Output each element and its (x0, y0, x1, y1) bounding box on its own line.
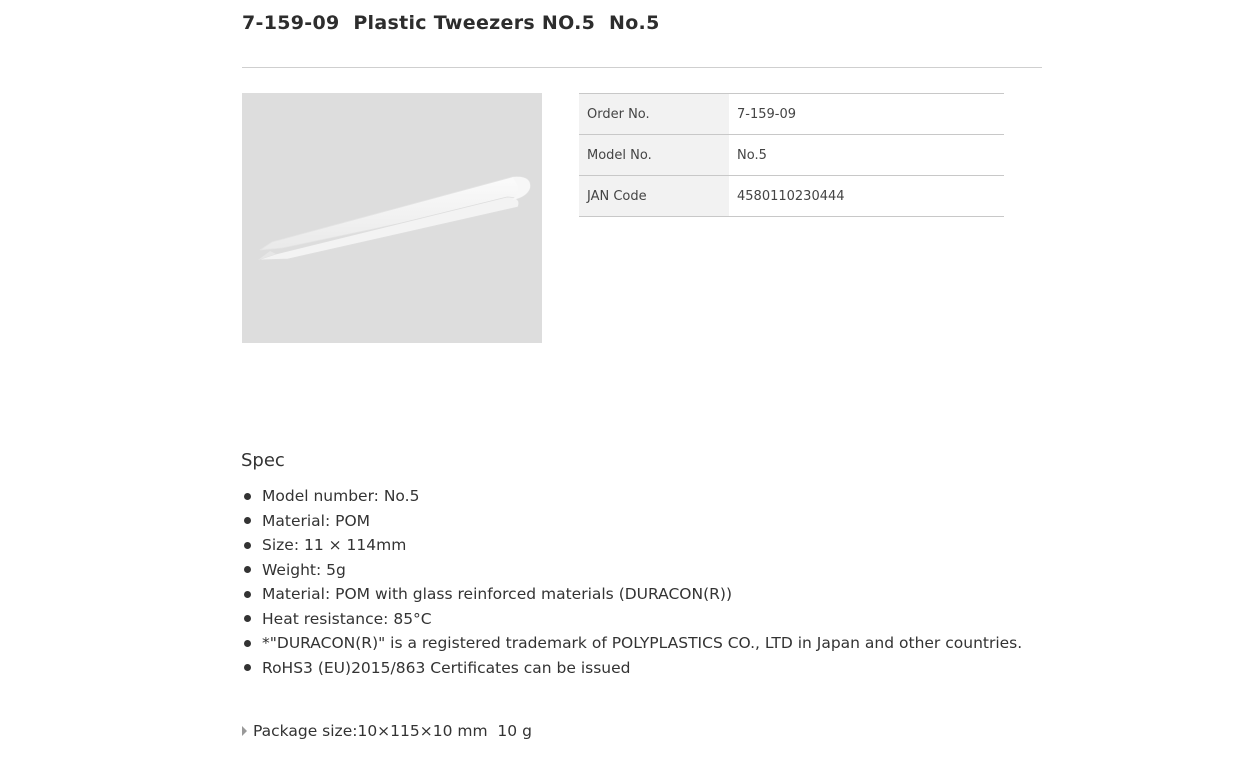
table-row: Order No. 7-159-09 (579, 93, 1004, 135)
bullet-icon (244, 615, 251, 623)
bullet-icon (244, 639, 251, 647)
spec-list: Model number: No.5 Material: POM Size: 1… (244, 484, 1022, 680)
page-title: 7-159-09 Plastic Tweezers NO.5 No.5 (242, 12, 660, 34)
bullet-icon (244, 566, 251, 574)
spec-item-text: RoHS3 (EU)2015/863 Certificates can be i… (262, 658, 631, 677)
model-no-label: Model No. (579, 134, 729, 176)
package-size: Package size:10×115×10 mm 10 g (242, 720, 532, 742)
list-item: RoHS3 (EU)2015/863 Certificates can be i… (244, 656, 1022, 681)
spec-item-text: Model number: No.5 (262, 487, 420, 506)
bullet-icon (244, 517, 251, 525)
bullet-icon (244, 492, 251, 500)
spec-heading: Spec (241, 450, 285, 471)
list-item: Size: 11 × 114mm (244, 533, 1022, 558)
list-item: *"DURACON(R)" is a registered trademark … (244, 631, 1022, 656)
title-divider (242, 67, 1042, 68)
product-image (242, 93, 542, 343)
bullet-icon (244, 664, 251, 672)
tweezers-icon (257, 176, 531, 261)
order-no-value: 7-159-09 (729, 93, 1004, 135)
jan-code-label: JAN Code (579, 175, 729, 217)
list-item: Material: POM with glass reinforced mate… (244, 582, 1022, 607)
bullet-icon (244, 590, 251, 598)
model-no-value: No.5 (729, 134, 1004, 176)
bullet-icon (244, 541, 251, 549)
spec-item-text: Heat resistance: 85°C (262, 609, 432, 628)
spec-item-text: Weight: 5g (262, 560, 346, 579)
table-row: JAN Code 4580110230444 (579, 175, 1004, 217)
spec-item-text: Material: POM with glass reinforced mate… (262, 585, 733, 604)
spec-item-text: Material: POM (262, 511, 371, 530)
jan-code-value: 4580110230444 (729, 175, 1004, 217)
order-no-label: Order No. (579, 93, 729, 135)
triangle-right-icon (242, 726, 247, 736)
list-item: Material: POM (244, 509, 1022, 534)
table-row: Model No. No.5 (579, 134, 1004, 176)
spec-item-text: Size: 11 × 114mm (262, 536, 407, 555)
list-item: Weight: 5g (244, 558, 1022, 583)
list-item: Model number: No.5 (244, 484, 1022, 509)
list-item: Heat resistance: 85°C (244, 607, 1022, 632)
product-details-table: Order No. 7-159-09 Model No. No.5 JAN Co… (579, 93, 1004, 217)
package-size-text: Package size:10×115×10 mm 10 g (253, 722, 532, 740)
spec-item-text: *"DURACON(R)" is a registered trademark … (262, 634, 1023, 653)
